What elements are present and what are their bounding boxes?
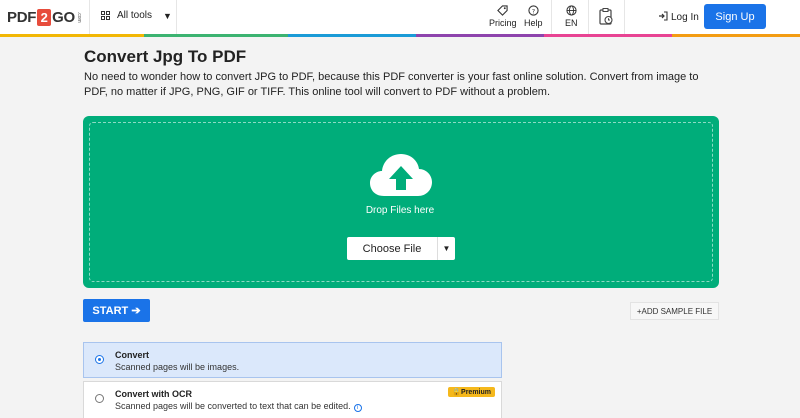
all-tools-label: All tools [117,10,153,21]
lock-icon: 🔒 [452,389,462,396]
signup-button[interactable]: Sign Up [704,4,766,29]
pdf2go-logo[interactable]: PDF 2 GO .com [7,7,82,27]
cloud-upload-icon [368,152,434,198]
nav-pricing[interactable]: Pricing [489,5,517,28]
chevron-down-icon: ▼ [163,10,172,21]
divider [624,0,625,34]
globe-icon [566,5,577,18]
login-icon [658,11,668,24]
divider [551,0,552,34]
info-icon[interactable]: i [353,404,362,412]
question-icon: ? [528,5,539,18]
login-link[interactable]: Log In [658,11,699,24]
divider [588,0,589,34]
start-button[interactable]: START ➔ [83,299,150,322]
grid-icon [101,11,110,20]
premium-badge: 🔒Premium [448,387,495,397]
svg-text:?: ? [532,7,535,15]
page-description: No need to wonder how to convert JPG to … [84,71,699,98]
radio-convert[interactable] [95,355,104,364]
nav-help[interactable]: ? Help [524,5,543,28]
clipboard-clock-icon[interactable] [598,8,614,30]
option-convert[interactable]: Convert Scanned pages will be images. [83,342,502,378]
add-sample-file-button[interactable]: +ADD SAMPLE FILE [630,302,719,320]
radio-convert-ocr[interactable] [95,394,104,403]
choose-file-button[interactable]: Choose File [347,237,437,260]
arrow-right-icon: ➔ [131,305,141,317]
all-tools-menu[interactable]: All tools ▼ [101,10,172,21]
divider [176,0,177,34]
drop-files-label: Drop Files here [365,205,435,216]
file-dropzone[interactable] [83,116,719,288]
tag-icon [497,5,508,18]
divider [89,0,90,34]
chevron-down-icon[interactable]: ▼ [437,237,455,260]
color-stripe [0,34,800,37]
option-convert-ocr[interactable]: Convert with OCR Scanned pages will be c… [83,381,502,418]
top-navbar: PDF 2 GO .com All tools ▼ Pricing ? Help… [0,0,800,34]
nav-language[interactable]: EN [565,5,578,28]
page-title: Convert Jpg To PDF [84,47,247,66]
